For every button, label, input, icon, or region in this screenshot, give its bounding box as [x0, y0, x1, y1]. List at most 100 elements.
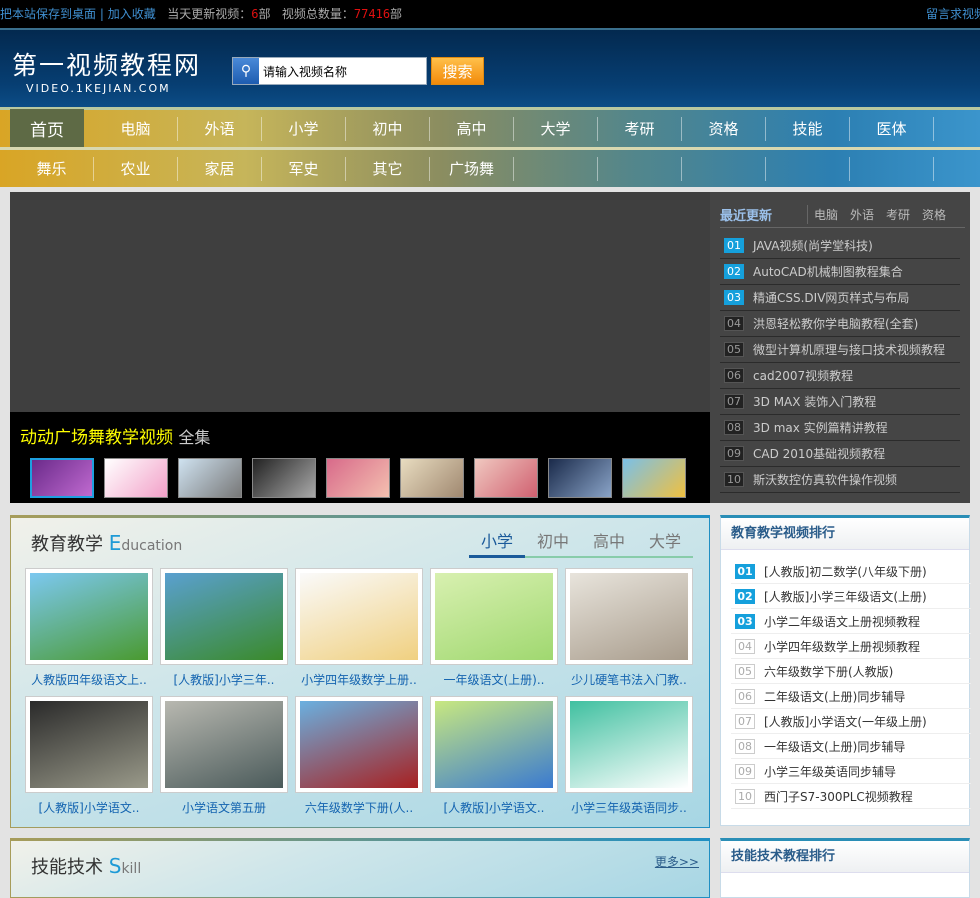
- slider-thumbnail[interactable]: [252, 458, 316, 498]
- site-logo[interactable]: 第一视频教程网: [12, 46, 201, 82]
- list-item[interactable]: 06 cad2007视频教程: [720, 363, 960, 389]
- video-thumbnail[interactable]: [25, 568, 153, 665]
- nav-item[interactable]: 大学: [514, 116, 598, 141]
- video-card[interactable]: 人教版四年级语文上..: [25, 568, 153, 688]
- recent-tab[interactable]: 外语: [844, 206, 880, 223]
- add-favorite-link[interactable]: 加入收藏: [108, 7, 156, 21]
- list-item[interactable]: 05 微型计算机原理与接口技术视频教程: [720, 337, 960, 363]
- education-tab[interactable]: 高中: [581, 528, 637, 556]
- item-title[interactable]: 一年级语文(上册)同步辅导: [764, 738, 905, 755]
- list-item[interactable]: 07 [人教版]小学语文(一年级上册): [731, 709, 971, 734]
- education-tab[interactable]: 初中: [525, 528, 581, 556]
- video-card[interactable]: [人教版]小学语文..: [430, 696, 558, 816]
- nav-item[interactable]: 首页: [10, 108, 84, 149]
- list-item[interactable]: 07 3D MAX 装饰入门教程: [720, 389, 960, 415]
- list-item[interactable]: 10 西门子S7-300PLC视频教程: [731, 784, 971, 809]
- video-card[interactable]: 小学语文第五册: [160, 696, 288, 816]
- item-title[interactable]: 小学三年级英语同步辅导: [764, 763, 896, 780]
- item-title[interactable]: 洪恩轻松教你学电脑教程(全套): [753, 315, 918, 332]
- nav-item[interactable]: 资格: [682, 116, 766, 141]
- video-thumbnail[interactable]: [430, 696, 558, 793]
- list-item[interactable]: 04 小学四年级数学上册视频教程: [731, 634, 971, 659]
- item-title[interactable]: 二年级语文(上册)同步辅导: [764, 688, 905, 705]
- save-to-desktop-link[interactable]: 把本站保存到桌面: [0, 7, 96, 21]
- video-card[interactable]: 一年级语文(上册)..: [430, 568, 558, 688]
- education-tab[interactable]: 大学: [637, 528, 693, 556]
- recent-tab[interactable]: 考研: [880, 206, 916, 223]
- item-title[interactable]: 小学四年级数学上册视频教程: [764, 638, 920, 655]
- list-item[interactable]: 01 [人教版]初二数学(八年级下册): [731, 559, 971, 584]
- video-thumbnail[interactable]: [25, 696, 153, 793]
- video-card[interactable]: 小学三年级英语同步..: [565, 696, 693, 816]
- item-title[interactable]: 3D MAX 装饰入门教程: [753, 393, 876, 410]
- nav-item[interactable]: 其它: [346, 156, 430, 181]
- nav-item[interactable]: 军史: [262, 156, 346, 181]
- nav-item[interactable]: 舞乐: [10, 156, 94, 181]
- list-item[interactable]: 09 CAD 2010基础视频教程: [720, 441, 960, 467]
- video-thumbnail[interactable]: [565, 568, 693, 665]
- search-button[interactable]: 搜索: [431, 57, 484, 85]
- video-title[interactable]: [人教版]小学语文..: [430, 799, 558, 816]
- nav-item[interactable]: 初中: [346, 116, 430, 141]
- video-card[interactable]: 少儿硬笔书法入门教..: [565, 568, 693, 688]
- video-card[interactable]: [人教版]小学三年..: [160, 568, 288, 688]
- video-thumbnail[interactable]: [295, 696, 423, 793]
- item-title[interactable]: cad2007视频教程: [753, 367, 853, 384]
- recent-tab[interactable]: 电脑: [808, 206, 844, 223]
- video-title[interactable]: 小学三年级英语同步..: [565, 799, 693, 816]
- list-item[interactable]: 04 洪恩轻松教你学电脑教程(全套): [720, 311, 960, 337]
- list-item[interactable]: 03 精通CSS.DIV网页样式与布局: [720, 285, 960, 311]
- slider-thumbnail[interactable]: [622, 458, 686, 498]
- nav-item[interactable]: 农业: [94, 156, 178, 181]
- nav-item[interactable]: 家居: [178, 156, 262, 181]
- item-title[interactable]: 微型计算机原理与接口技术视频教程: [753, 341, 945, 358]
- video-title[interactable]: 人教版四年级语文上..: [25, 671, 153, 688]
- nav-item[interactable]: 小学: [262, 116, 346, 141]
- video-card[interactable]: 六年级数学下册(人..: [295, 696, 423, 816]
- video-title[interactable]: 六年级数学下册(人..: [295, 799, 423, 816]
- item-title[interactable]: 精通CSS.DIV网页样式与布局: [753, 289, 909, 306]
- video-card[interactable]: [人教版]小学语文..: [25, 696, 153, 816]
- list-item[interactable]: 03 小学二年级语文上册视频教程: [731, 609, 971, 634]
- list-item[interactable]: 10 斯沃数控仿真软件操作视频: [720, 467, 960, 493]
- video-thumbnail[interactable]: [160, 696, 288, 793]
- item-title[interactable]: [人教版]初二数学(八年级下册): [764, 563, 927, 580]
- nav-item[interactable]: 考研: [598, 116, 682, 141]
- item-title[interactable]: 六年级数学下册(人教版): [764, 663, 893, 680]
- item-title[interactable]: [人教版]小学三年级语文(上册): [764, 588, 927, 605]
- video-thumbnail[interactable]: [565, 696, 693, 793]
- video-card[interactable]: 小学四年级数学上册..: [295, 568, 423, 688]
- item-title[interactable]: 斯沃数控仿真软件操作视频: [753, 471, 897, 488]
- item-title[interactable]: JAVA视频(尚学堂科技): [753, 237, 873, 254]
- list-item[interactable]: 08 3D max 实例篇精讲教程: [720, 415, 960, 441]
- item-title[interactable]: AutoCAD机械制图教程集合: [753, 263, 903, 280]
- list-item[interactable]: 02 [人教版]小学三年级语文(上册): [731, 584, 971, 609]
- nav-item[interactable]: 广场舞: [430, 156, 514, 181]
- nav-item[interactable]: 外语: [178, 116, 262, 141]
- slider-thumbnail[interactable]: [474, 458, 538, 498]
- nav-item[interactable]: 电脑: [94, 116, 178, 141]
- video-thumbnail[interactable]: [160, 568, 288, 665]
- video-title[interactable]: 少儿硬笔书法入门教..: [565, 671, 693, 688]
- list-item[interactable]: 06 二年级语文(上册)同步辅导: [731, 684, 971, 709]
- education-tab[interactable]: 小学: [469, 528, 525, 558]
- slider-thumbnail[interactable]: [30, 458, 94, 498]
- item-title[interactable]: CAD 2010基础视频教程: [753, 445, 885, 462]
- slider-title[interactable]: 动动广场舞教学视频: [20, 428, 173, 448]
- list-item[interactable]: 09 小学三年级英语同步辅导: [731, 759, 971, 784]
- video-title[interactable]: 小学四年级数学上册..: [295, 671, 423, 688]
- video-title[interactable]: 小学语文第五册: [160, 799, 288, 816]
- item-title[interactable]: 3D max 实例篇精讲教程: [753, 419, 888, 436]
- nav-item[interactable]: 技能: [766, 116, 850, 141]
- slider-thumbnail[interactable]: [104, 458, 168, 498]
- more-link[interactable]: 更多>>: [655, 853, 699, 870]
- list-item[interactable]: 02 AutoCAD机械制图教程集合: [720, 259, 960, 285]
- search-input[interactable]: ⚲ 请输入视频名称: [232, 57, 427, 85]
- list-item[interactable]: 01 JAVA视频(尚学堂科技): [720, 233, 960, 259]
- slider-thumbnail[interactable]: [400, 458, 464, 498]
- video-title[interactable]: [人教版]小学语文..: [25, 799, 153, 816]
- recent-tab[interactable]: 资格: [916, 206, 952, 223]
- video-title[interactable]: 一年级语文(上册)..: [430, 671, 558, 688]
- list-item[interactable]: 05 六年级数学下册(人教版): [731, 659, 971, 684]
- item-title[interactable]: 西门子S7-300PLC视频教程: [764, 788, 913, 805]
